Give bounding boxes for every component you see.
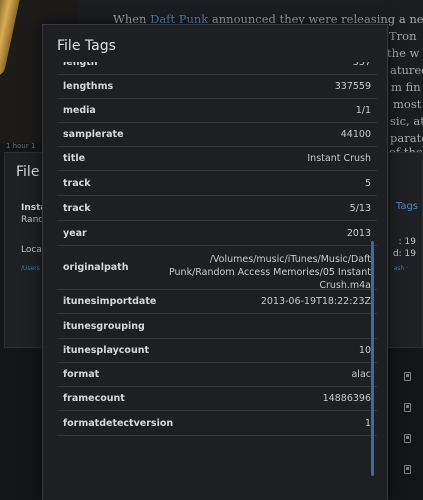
tag-key: originalpath xyxy=(63,262,129,273)
review-text-fragment: Tron xyxy=(389,29,417,43)
tag-key: itunesgrouping xyxy=(63,320,145,332)
file-info-artist: Rand xyxy=(21,215,44,225)
bookmark-icon[interactable] xyxy=(404,403,411,412)
dialog-title: File Tags xyxy=(57,38,116,54)
tag-key: length xyxy=(63,62,98,68)
file-info-date: d: 19 xyxy=(392,249,416,259)
tag-key: formatdetectversion xyxy=(63,417,174,429)
tag-row: format alac xyxy=(57,363,377,387)
tag-value: 14886396 xyxy=(322,393,371,404)
review-text-fragment: atured xyxy=(390,63,423,77)
file-info-location-label: Local xyxy=(21,245,45,255)
tag-row: framecount 14886396 xyxy=(57,387,377,411)
tag-key: title xyxy=(63,153,86,164)
tag-row: formatdetectversion 1 xyxy=(57,411,377,436)
tag-key: samplerate xyxy=(63,129,124,140)
review-text-fragment: most xyxy=(393,97,422,111)
tag-key: media xyxy=(63,105,96,116)
file-info-date: : 19 xyxy=(398,237,416,247)
tag-value: 1/1 xyxy=(355,105,371,116)
file-tags-dialog: File Tags length 337 lengthms 337559 media 1/… xyxy=(42,24,388,500)
file-info-path-link[interactable]: /Users xyxy=(21,265,40,272)
tag-row: media 1/1 xyxy=(57,99,377,123)
tag-row: title Instant Crush xyxy=(57,147,377,171)
tag-value: 2013-06-19T18:22:23Z xyxy=(260,296,371,307)
bookmark-icon[interactable] xyxy=(404,465,411,474)
tag-row: lengthms 337559 xyxy=(57,75,377,99)
tag-key: itunesplaycount xyxy=(63,345,150,356)
tag-key: framecount xyxy=(63,393,125,404)
rating-stars: ★★★★★ xyxy=(110,0,155,3)
review-text-fragment: parate xyxy=(390,131,423,145)
tag-value: 5/13 xyxy=(349,202,371,214)
tag-row: year 2013 xyxy=(57,221,377,246)
tag-key: format xyxy=(63,369,100,380)
tag-key: lengthms xyxy=(63,81,114,92)
tag-key: itunesimportdate xyxy=(63,296,157,307)
file-tags-link[interactable]: Tags xyxy=(396,201,418,212)
bookmark-icon[interactable] xyxy=(404,434,411,443)
file-info-hash-link[interactable]: ash · xyxy=(394,265,408,272)
tag-row: itunesgrouping xyxy=(57,314,377,339)
scrollbar-thumb[interactable] xyxy=(371,241,374,476)
tag-value: 2013 xyxy=(346,227,371,239)
tag-value: 337 xyxy=(352,62,371,68)
tag-row: itunesimportdate 2013-06-19T18:22:23Z xyxy=(57,290,377,314)
album-art-guitar xyxy=(0,0,21,79)
tag-key: year xyxy=(63,227,87,239)
tag-value: /Volumes/music/iTunes/Music/Daft Punk/Ra… xyxy=(168,254,371,291)
tag-row: track 5/13 xyxy=(57,196,377,221)
tag-row: track 5 xyxy=(57,171,377,196)
tag-key: track xyxy=(63,177,91,189)
tag-list[interactable]: length 337 lengthms 337559 media 1/1 samplerat… xyxy=(57,62,377,482)
tag-value: 5 xyxy=(364,177,371,189)
tag-row: samplerate 44100 xyxy=(57,123,377,147)
tag-value: 44100 xyxy=(340,129,371,140)
tag-row: length 337 xyxy=(57,62,377,75)
duration-label: 1 hour 1 xyxy=(6,142,36,150)
tag-value: 337559 xyxy=(334,81,371,92)
tag-value: 10 xyxy=(358,345,371,356)
review-text-fragment: sic, at xyxy=(390,114,423,128)
tag-value: alac xyxy=(351,369,371,380)
tag-row: originalpath/Volumes/music/iTunes/Music/… xyxy=(57,246,377,291)
bookmark-icon[interactable] xyxy=(404,372,411,381)
tag-row: itunesplaycount 10 xyxy=(57,339,377,363)
tag-value: Instant Crush xyxy=(307,153,371,164)
review-text-fragment: m fin xyxy=(391,80,421,94)
tag-key: track xyxy=(63,202,91,214)
